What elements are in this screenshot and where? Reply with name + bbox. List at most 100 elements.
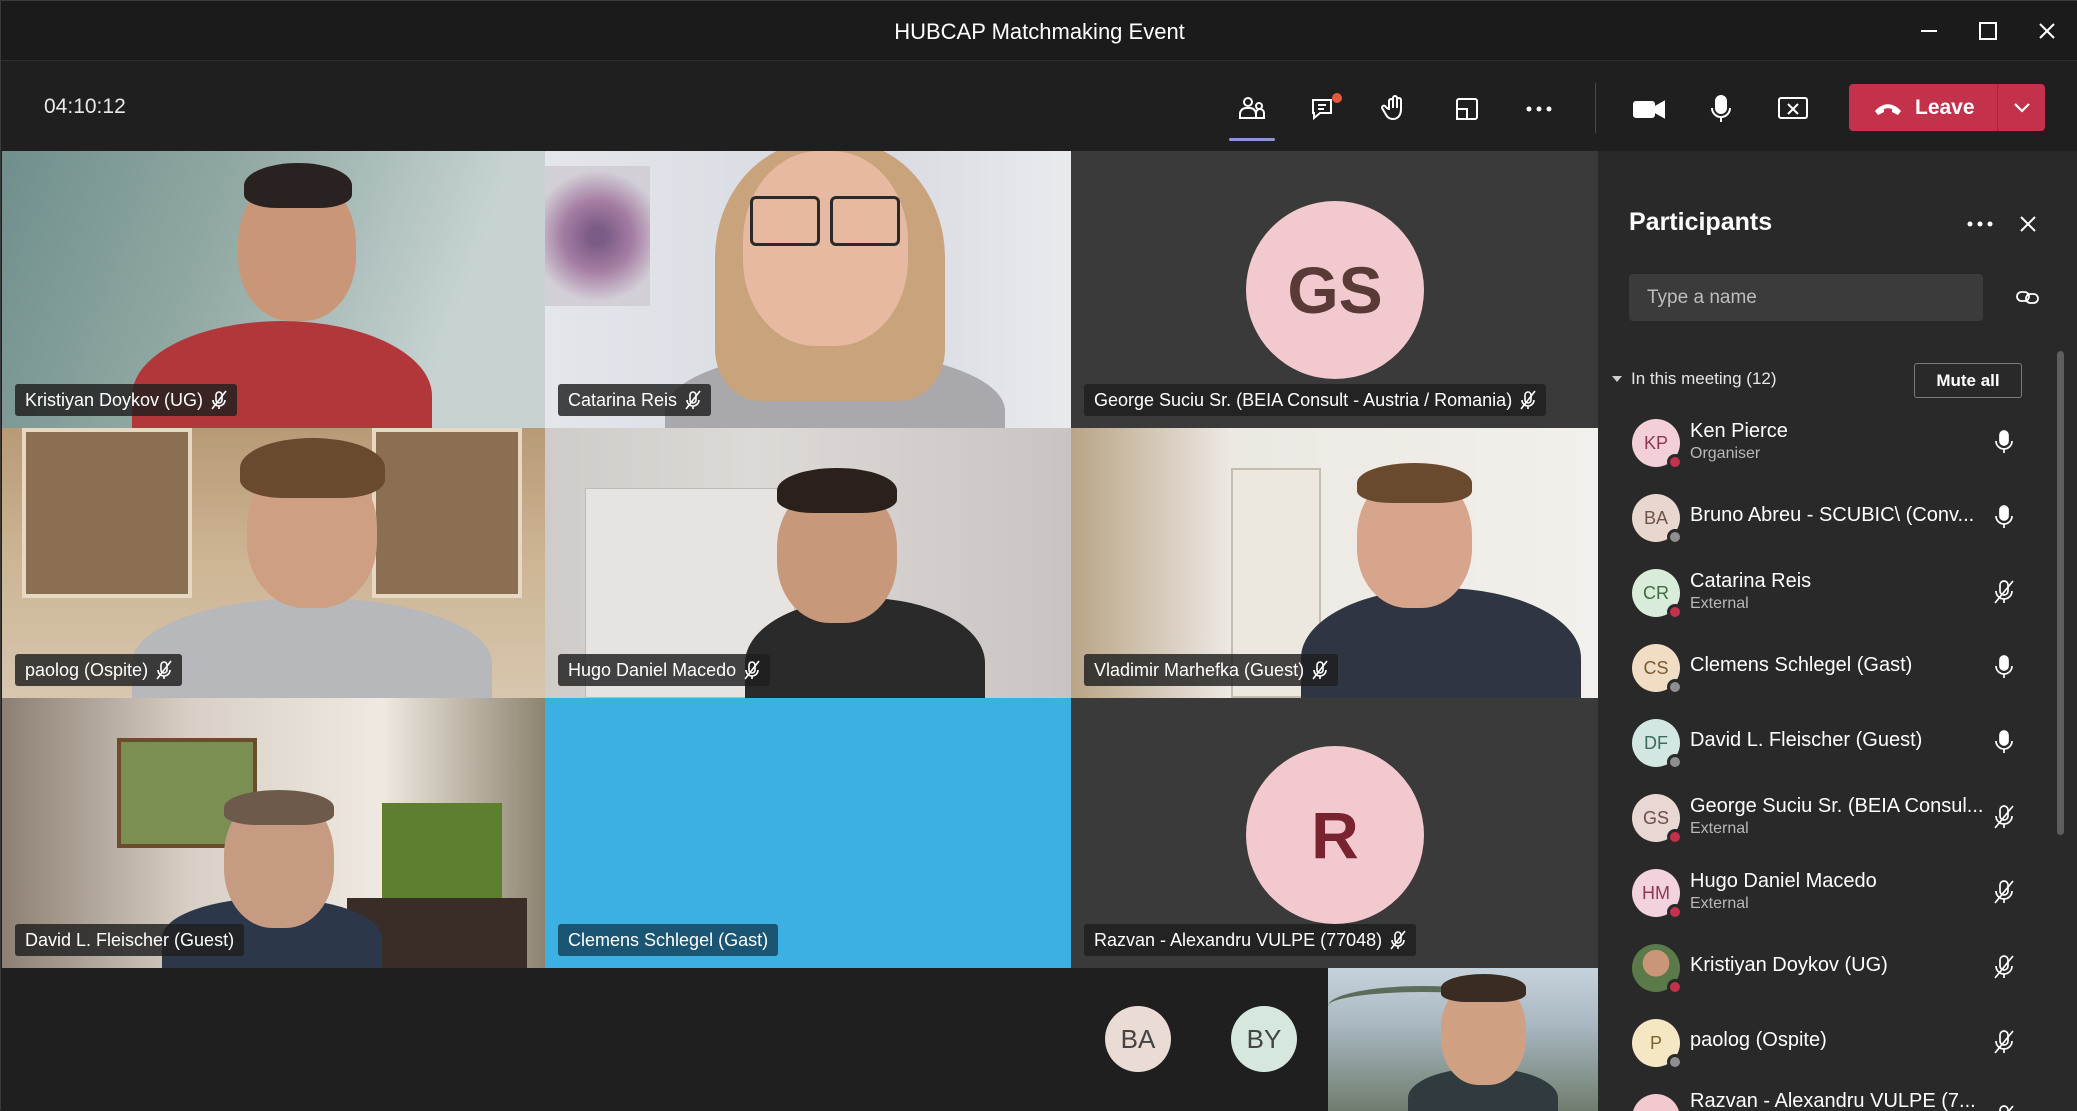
mic-off-icon — [211, 390, 227, 410]
video-tile-paolog[interactable]: paolog (Ospite) — [2, 428, 545, 698]
participant-name: Clemens Schlegel (Gast) — [1690, 654, 1913, 676]
participant-role: Organiser — [1690, 445, 1761, 462]
tile-name-label: Kristiyan Doykov (UG) — [15, 384, 238, 416]
participant-name: Hugo Daniel Macedo — [1690, 870, 1877, 892]
minimize-icon — [1921, 30, 1937, 32]
participant-row[interactable]: GS George Suciu Sr. (BEIA Consul... Exte… — [1598, 776, 2058, 851]
mic-off-icon[interactable] — [1993, 579, 2015, 610]
unread-indicator — [1332, 93, 1342, 103]
chevron-down-icon — [1612, 376, 1622, 382]
person-hair — [1441, 974, 1526, 1002]
panel-scrollbar[interactable] — [2057, 351, 2064, 835]
mic-icon[interactable] — [1993, 729, 2015, 760]
participant-name: Kristiyan Doykov (UG) — [1690, 954, 1888, 976]
mic-glyph-icon — [1995, 655, 2013, 678]
raise-hand-icon — [1381, 95, 1402, 121]
close-window-button[interactable] — [2022, 11, 2072, 51]
avatar-ba[interactable]: BA — [1105, 1006, 1171, 1072]
participant-row[interactable]: DF David L. Fleischer (Guest) — [1598, 701, 2058, 776]
glasses-left — [750, 196, 820, 246]
participant-name: Razvan - Alexandru VULPE (7... — [1690, 1090, 1976, 1111]
microphone-toggle-button[interactable] — [1695, 83, 1747, 135]
mic-icon[interactable] — [1993, 654, 2015, 685]
glasses-right — [830, 196, 900, 246]
participant-row[interactable]: CS Clemens Schlegel (Gast) — [1598, 626, 2058, 701]
show-chat-button[interactable] — [1298, 83, 1350, 135]
camera-toggle-button[interactable] — [1623, 83, 1675, 135]
self-view-video[interactable] — [1328, 968, 1598, 1111]
participant-row[interactable]: CR Catarina Reis External — [1598, 551, 2058, 626]
participant-row[interactable]: BA Bruno Abreu - SCUBIC\ (Conv... — [1598, 476, 2058, 551]
title-bar: HUBCAP Matchmaking Event — [1, 1, 2077, 61]
mic-icon[interactable] — [1993, 504, 2015, 535]
participant-search-input[interactable]: Type a name — [1629, 274, 1983, 321]
presence-busy-icon — [1667, 454, 1683, 470]
share-invite-button[interactable] — [2010, 282, 2046, 312]
video-tile-hugo[interactable]: Hugo Daniel Macedo — [545, 428, 1071, 698]
presence-away-icon — [1667, 1054, 1683, 1070]
tile-name-label: Catarina Reis — [558, 384, 712, 416]
participant-name: paolog (Ospite) — [1690, 1029, 1827, 1051]
more-actions-button[interactable] — [1513, 83, 1565, 135]
mic-glyph-icon — [1995, 730, 2013, 753]
maximize-icon — [1979, 22, 1997, 40]
mic-glyph-icon — [1994, 880, 2014, 904]
mic-off-icon[interactable] — [1993, 1029, 2015, 1060]
share-tray-button[interactable] — [1441, 83, 1493, 135]
minimize-button[interactable] — [1904, 11, 1954, 51]
video-tile-clemens[interactable]: Clemens Schlegel (Gast) — [545, 698, 1071, 968]
panel-more-options-button[interactable] — [1960, 209, 2000, 239]
leave-button[interactable]: Leave — [1849, 84, 1997, 131]
tile-name-label: David L. Fleischer (Guest) — [15, 924, 245, 956]
video-tile-kristiyan[interactable]: Kristiyan Doykov (UG) — [2, 151, 545, 428]
mic-off-icon[interactable] — [1993, 879, 2015, 910]
mic-glyph-icon — [1994, 1030, 2014, 1054]
avatar-by[interactable]: BY — [1231, 1006, 1297, 1072]
participant-row[interactable]: P paolog (Ospite) — [1598, 1001, 2058, 1076]
participant-name: Ken Pierce — [1690, 420, 1788, 442]
video-tile-george[interactable]: GS George Suciu Sr. (BEIA Consult - Aust… — [1071, 151, 1598, 428]
participant-row[interactable]: KP Ken Pierce Organiser — [1598, 401, 2058, 476]
mic-off-icon — [1312, 660, 1328, 680]
video-tile-vladimir[interactable]: Vladimir Marhefka (Guest) — [1071, 428, 1598, 698]
close-icon — [2039, 23, 2055, 39]
mic-off-icon[interactable] — [1993, 954, 2015, 985]
mic-icon[interactable] — [1993, 429, 2015, 460]
presence-busy-icon — [1667, 904, 1683, 920]
participant-row[interactable]: Kristiyan Doykov (UG) — [1598, 926, 2058, 1001]
chevron-down-icon — [2013, 102, 2030, 113]
mute-all-button[interactable]: Mute all — [1914, 363, 2022, 398]
mic-off-icon — [685, 390, 701, 410]
participant-row[interactable]: Razvan - Alexandru VULPE (7... — [1598, 1076, 2058, 1111]
maximize-button[interactable] — [1963, 11, 2013, 51]
in-meeting-section-header[interactable]: In this meeting (12) — [1611, 369, 1777, 389]
stop-sharing-button[interactable] — [1767, 83, 1819, 135]
participant-name: George Suciu Sr. (BEIA Consul... — [1690, 795, 1984, 817]
mic-glyph-icon — [1994, 580, 2014, 604]
person-hair — [240, 438, 385, 498]
video-tile-david[interactable]: David L. Fleischer (Guest) — [2, 698, 545, 968]
leave-label: Leave — [1915, 95, 1975, 119]
panel-title: Participants — [1629, 208, 1773, 236]
camera-icon — [1633, 100, 1665, 119]
bookshelf-decor — [22, 428, 192, 598]
video-tile-razvan[interactable]: R Razvan - Alexandru VULPE (77048) — [1071, 698, 1598, 968]
leave-options-button[interactable] — [1998, 102, 2045, 114]
mic-glyph-icon — [1995, 505, 2013, 528]
show-participants-button[interactable] — [1226, 83, 1278, 141]
avatar-r: R — [1246, 746, 1424, 924]
participant-name: Bruno Abreu - SCUBIC\ (Conv... — [1690, 504, 1975, 526]
tile-name-label: Hugo Daniel Macedo — [558, 654, 771, 686]
presence-away-icon — [1667, 754, 1683, 770]
participant-role: External — [1690, 895, 1749, 912]
overflow-participants-strip: BA BY — [1, 968, 1598, 1111]
window-title: HUBCAP Matchmaking Event — [894, 19, 1185, 44]
presence-away-icon — [1667, 679, 1683, 695]
flower-vase-decor — [545, 166, 650, 306]
raise-hand-button[interactable] — [1369, 83, 1421, 135]
video-tile-catarina[interactable]: Catarina Reis — [545, 151, 1071, 428]
leave-button-group: Leave — [1849, 84, 2045, 131]
mic-off-icon[interactable] — [1993, 804, 2015, 835]
participant-row[interactable]: HM Hugo Daniel Macedo External — [1598, 851, 2058, 926]
close-panel-button[interactable] — [2010, 209, 2046, 239]
